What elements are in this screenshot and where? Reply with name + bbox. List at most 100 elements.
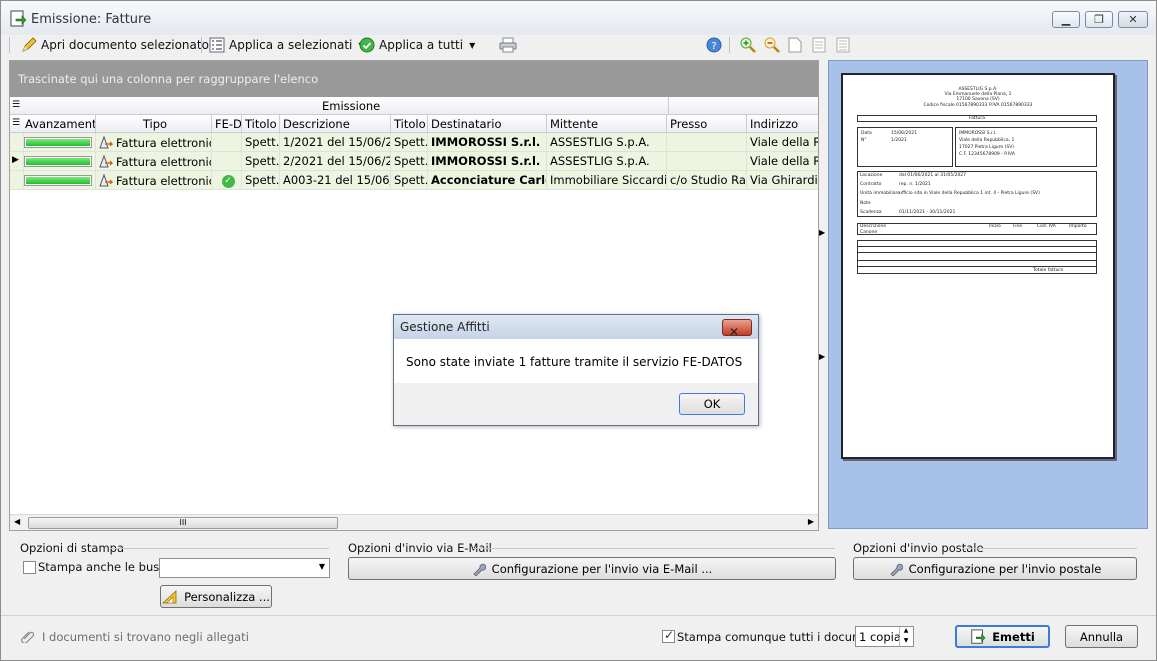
fe-sent-check-icon: ✓ [221,175,235,188]
toolbar-grip [9,37,10,53]
preview-fine-header: Fine [1013,224,1023,229]
preview-doc-title: Fattura [969,116,985,121]
col-header-avanzamento[interactable]: Avanzamento [22,115,96,133]
e-invoice-icon [99,173,114,187]
dialog-ok-button[interactable]: OK [679,393,745,415]
dialog-title: Gestione Affitti [400,320,490,334]
page-width-button[interactable] [812,34,830,56]
minimize-button[interactable]: ▁ [1052,11,1080,28]
column-headers: ☰ Avanzamento Tipo FE-Da Titolo d Descri… [10,115,818,133]
minimize-icon: ▁ [1061,13,1071,26]
row-indicator-icon: ▶ [12,155,19,165]
titolo-text: Spett.l [242,152,280,171]
preview-data-label: Data [861,131,872,136]
destinatario-text: IMMOROSSI S.r.l. [428,133,547,152]
col-header-fe[interactable]: FE-Da [212,115,242,133]
maximize-button[interactable]: ❐ [1085,11,1113,28]
apply-selected-button[interactable]: Applica a selezionati ▼ [209,34,365,56]
copies-value: 1 copia [859,630,901,644]
zoom-out-button[interactable] [763,34,785,56]
indirizzo-text: Viale della Rep [750,154,818,168]
document-export-icon [10,10,26,27]
dialog-body: Sono state inviate 1 fatture tramite il … [394,339,758,383]
email-options-legend: Opzioni d'invio via E-Mail [348,541,492,555]
emit-label: Emetti [992,629,1035,644]
customize-label: Personalizza ... [184,589,270,604]
col-header-titolo[interactable]: Titolo d [242,115,280,133]
invoice-grid: Trascinate qui una colonna per raggruppa… [9,60,819,531]
copies-stepper[interactable]: 1 copia ▲ ▼ [855,626,914,647]
title-bar: Emissione: Fatture ▁ ❐ ✕ [1,1,1156,35]
horizontal-scrollbar[interactable]: ◀ III ▶ [10,514,818,530]
col-header-mittente[interactable]: Mittente [547,115,667,133]
print-envelopes-label: Stampa anche le buste [38,560,171,574]
print-options-legend: Opzioni di stampa [20,541,125,555]
scroll-left-icon[interactable]: ◀ [14,517,20,526]
preview-canone: Canone [860,230,878,235]
descrizione-text: A003-21 del 15/06/20 [280,171,391,190]
print-all-checkbox[interactable]: ✓ [662,628,675,643]
collapse-arrow-icon[interactable]: ▶ [819,228,825,237]
print-envelopes-checkbox[interactable] [23,561,36,574]
descrizione-text: 2/2021 del 15/06/202 [280,152,391,171]
column-chooser-icon[interactable]: ☰ [12,118,20,128]
wrench-icon [473,563,486,576]
print-button[interactable] [499,34,521,56]
email-config-button[interactable]: Configurazione per l'invio via E-Mail ..… [348,557,836,580]
ruler-pencil-icon [162,589,177,603]
multi-page-button[interactable] [836,34,854,56]
presso-text [667,133,747,152]
page-width-icon [812,37,826,53]
stepper-down-icon[interactable]: ▼ [899,637,912,646]
preview-unita-label: Unità immobiliare [860,191,901,196]
e-invoice-icon [99,154,114,168]
postal-config-button[interactable]: Configurazione per l'invio postale [853,557,1137,580]
col-header-titolo-n[interactable]: Titolo N [391,115,428,133]
open-document-button[interactable]: Apri documento selezionato [21,34,209,56]
dropdown-arrow-icon: ▼ [469,40,476,50]
preview-recipient-address: Viale della Repubblica, 1 [959,138,1015,143]
col-header-tipo[interactable]: Tipo [96,115,212,133]
invoice-page-preview: ASSESTLIG S.p.A. Via Emmanuele della Pia… [841,73,1115,459]
preview-company-codes: Codice fiscale 01567890333 P.IVA 0156789… [923,103,1033,108]
page-button[interactable] [788,34,806,56]
emit-button[interactable]: Emetti [955,625,1050,648]
apply-all-button[interactable]: Applica a tutti ▼ [359,34,475,56]
preview-company-city: 17100 Savona (SV) [956,97,1000,102]
fe-status [212,133,242,152]
col-header-indirizzo[interactable]: Indirizzo [747,115,818,133]
titolo-n-text: Spett.l [391,171,428,190]
col-header-presso[interactable]: Presso [667,115,747,133]
multi-page-icon [836,37,850,53]
group-by-area[interactable]: Trascinate qui una colonna per raggruppa… [10,61,818,97]
col-header-destinatario[interactable]: Destinatario [428,115,547,133]
scroll-right-icon[interactable]: ▶ [808,517,814,526]
column-chooser-icon[interactable]: ☰ [12,100,20,110]
preview-contratto-label: Contratto [860,182,882,187]
stepper-up-icon[interactable]: ▲ [899,627,912,636]
help-button[interactable]: ? [706,34,726,56]
preview-totale-label: Totale fattura [1033,268,1064,273]
dialog-close-button[interactable]: ✕ [722,319,752,339]
titolo-n-text: Spett.l [391,133,428,152]
collapse-arrow-icon[interactable]: ▶ [819,352,825,361]
attachments-note: I documenti si trovano negli allegati [42,630,249,644]
scroll-thumb[interactable]: III [28,517,338,529]
panel-splitter[interactable]: ▶ ▶ [819,60,827,531]
postal-config-label: Configurazione per l'invio postale [908,561,1102,576]
cancel-button[interactable]: Annulla [1065,625,1138,648]
table-row[interactable]: Fattura elettronica ✓ Spett.l A003-21 de… [10,171,818,190]
mittente-text: ASSESTLIG S.p.A. [547,133,667,152]
table-row[interactable]: ▶ Fattura elettronica Spett.l 2/2021 del… [10,152,818,171]
print-layout-select[interactable]: ▼ [159,558,330,578]
preview-unita-value: ufficio sito in Viale della Repubblica 1… [899,191,1040,196]
col-header-descrizione[interactable]: Descrizione [280,115,391,133]
close-button[interactable]: ✕ [1118,11,1148,28]
preview-contratto-value: rep. n. 1/2021 [899,182,931,187]
customize-button[interactable]: Personalizza ... [160,585,272,608]
progress-bar [24,156,92,167]
table-row[interactable]: Fattura elettronica Spett.l 1/2021 del 1… [10,133,818,152]
zoom-in-button[interactable] [739,34,761,56]
mittente-text: ASSESTLIG S.p.A. [547,152,667,171]
list-icon [209,37,225,53]
